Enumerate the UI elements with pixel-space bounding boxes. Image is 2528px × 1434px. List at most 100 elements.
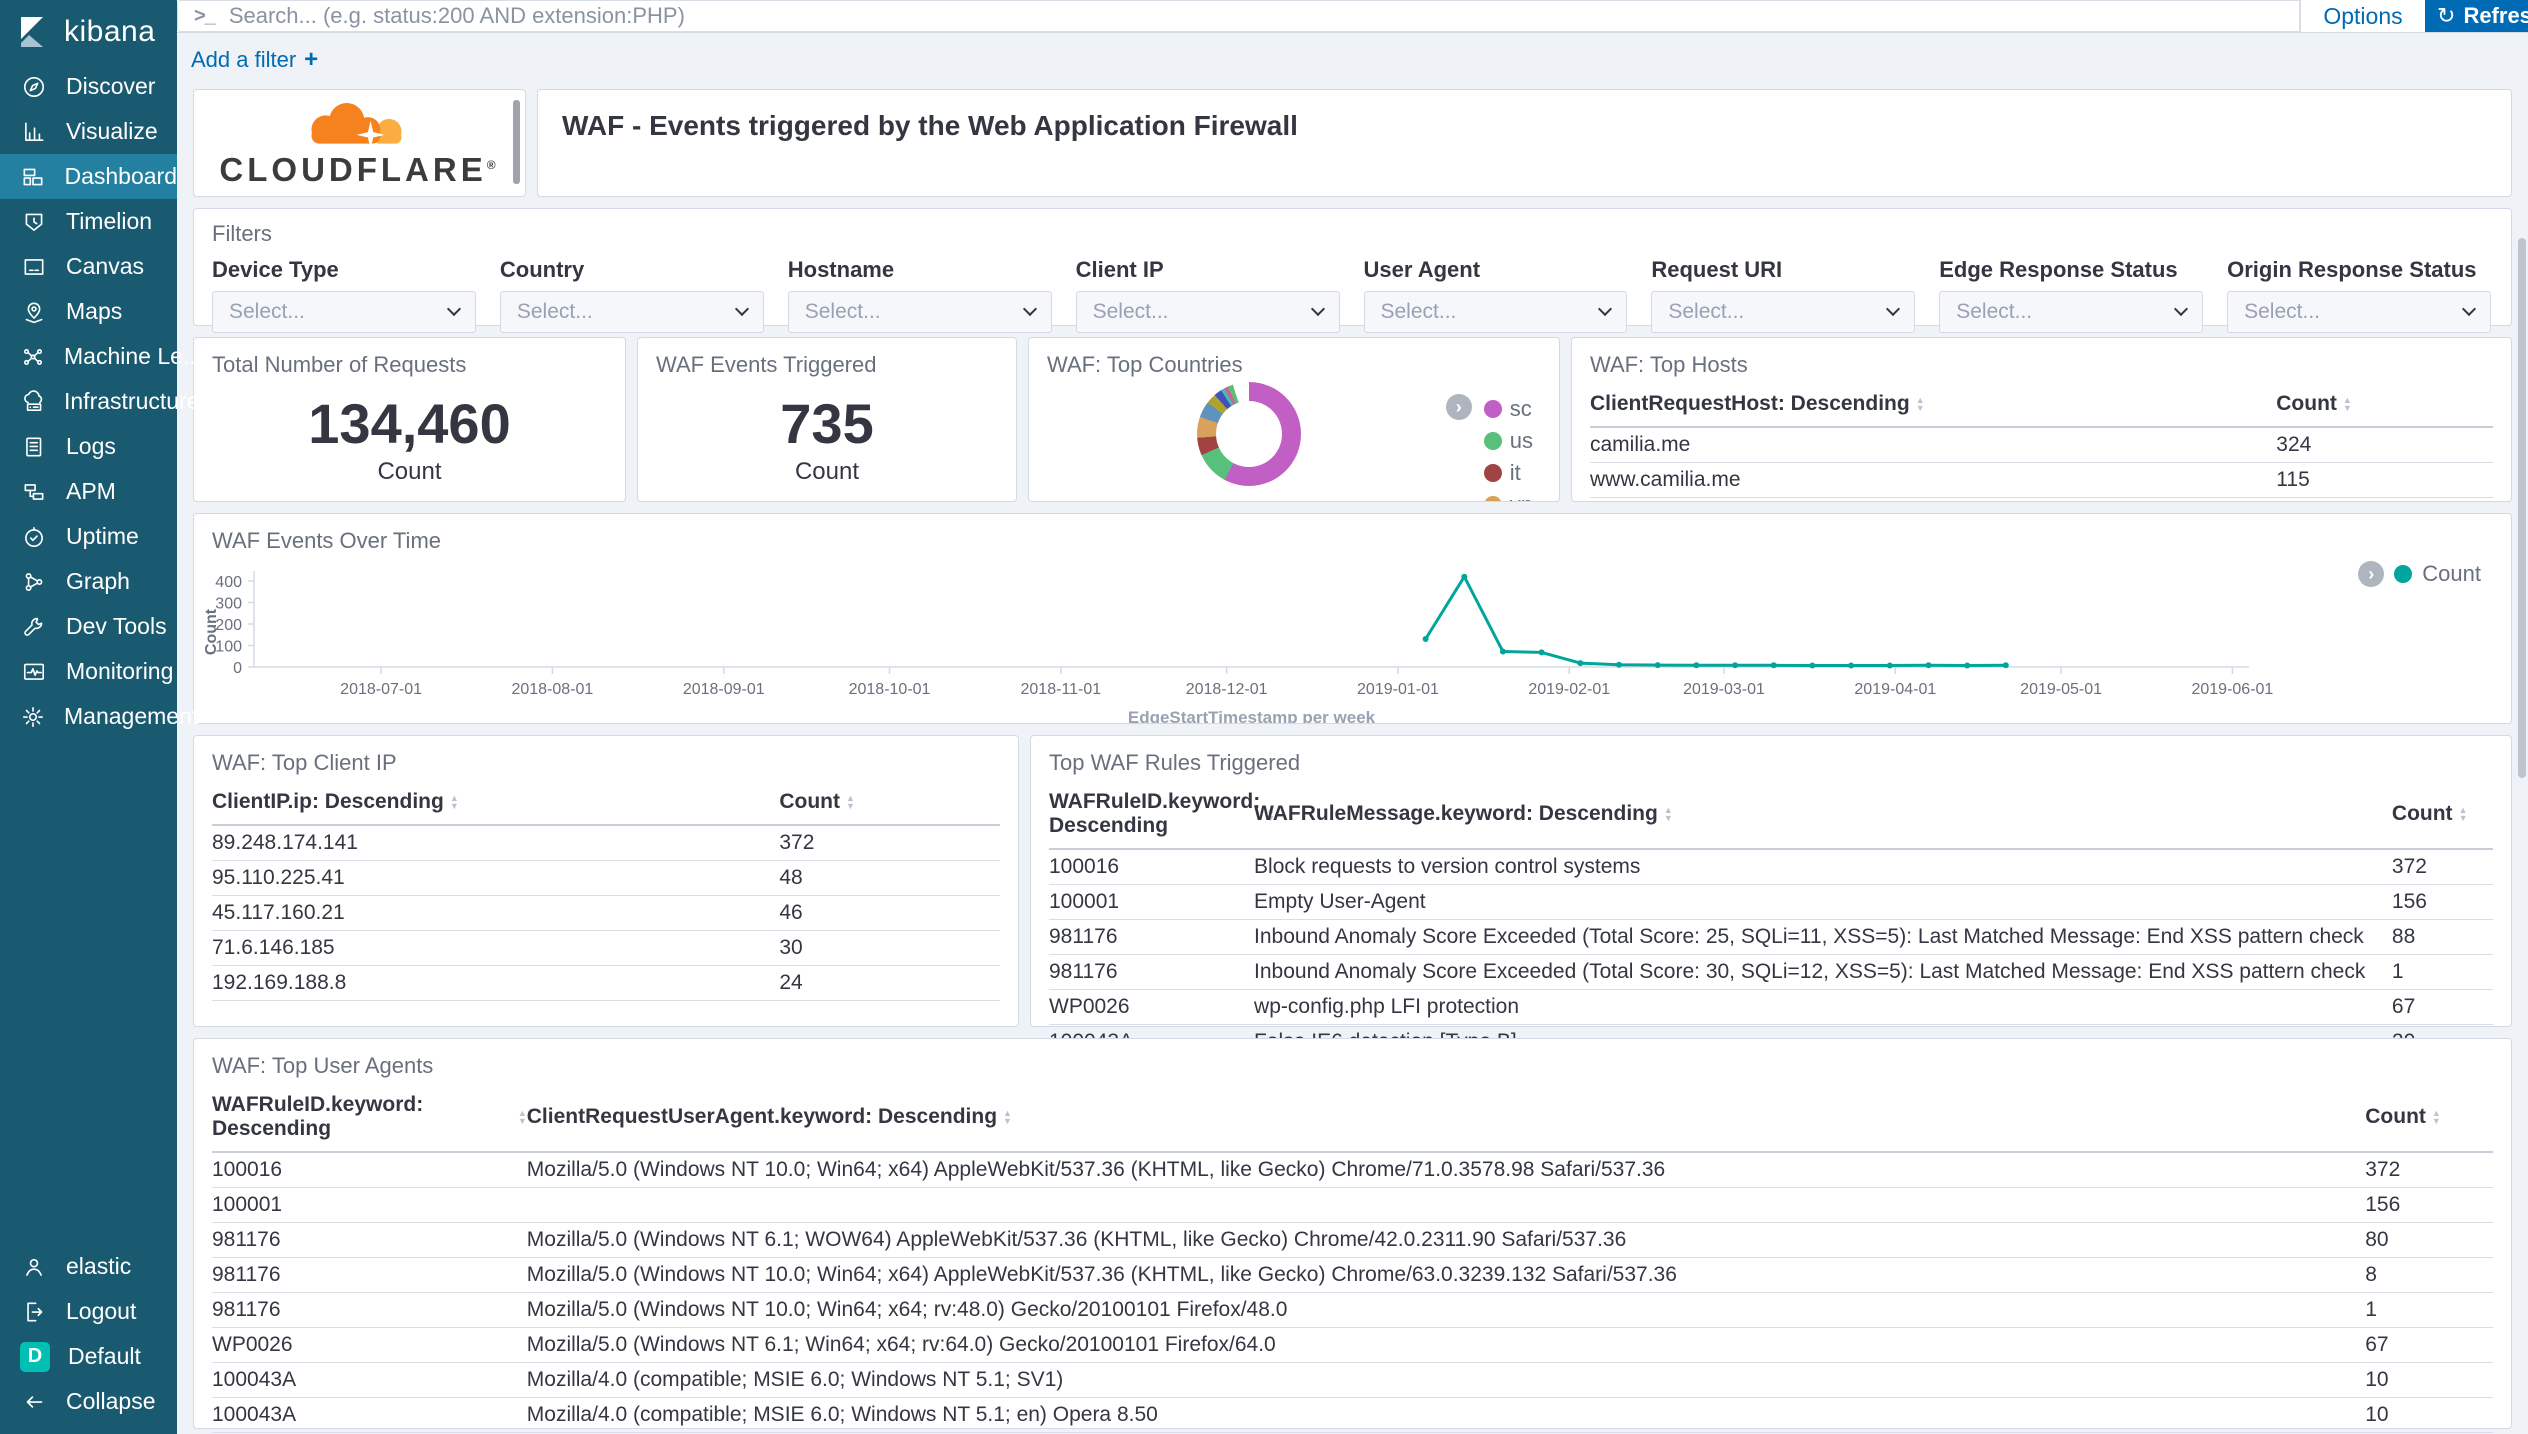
sidebar-item-label: Logs: [66, 433, 116, 460]
metric-value: 735: [638, 396, 1016, 452]
legend-label: vn: [1510, 492, 1533, 502]
management-icon: [20, 703, 46, 731]
panel-scrollbar[interactable]: [513, 100, 520, 184]
table-cell: 100016: [1049, 855, 1254, 879]
svg-text:2019-06-01: 2019-06-01: [2191, 681, 2273, 698]
page-scrollbar[interactable]: [2518, 238, 2526, 778]
sidebar-item-visualize[interactable]: Visualize: [0, 109, 177, 154]
sidebar-item-management[interactable]: Management: [0, 694, 177, 739]
sidebar-item-label: elastic: [66, 1253, 131, 1280]
count-series-label[interactable]: Count: [2422, 561, 2481, 587]
sidebar-item-default[interactable]: DDefault: [0, 1334, 177, 1379]
sidebar-item-machine-le[interactable]: Machine Le...: [0, 334, 177, 379]
add-filter-button[interactable]: Add a filter +: [191, 46, 318, 74]
legend-collapse-chevron-icon[interactable]: ›: [1446, 394, 1472, 420]
table-cell: camilia.me: [1590, 433, 2276, 457]
filter-select-country[interactable]: Select...: [500, 291, 764, 333]
sidebar-item-uptime[interactable]: Uptime: [0, 514, 177, 559]
events-over-time-line-chart[interactable]: 01002003004002018-07-012018-08-012018-09…: [194, 514, 2457, 724]
visualize-icon: [20, 118, 48, 146]
kibana-logo[interactable]: kibana: [0, 0, 177, 64]
monitoring-icon: [20, 658, 48, 686]
filter-select-device-type[interactable]: Select...: [212, 291, 476, 333]
options-button[interactable]: Options: [2300, 0, 2425, 32]
filter-select-request-uri[interactable]: Select...: [1651, 291, 1915, 333]
table-row: WP0026Mozilla/5.0 (Windows NT 6.1; Win64…: [212, 1328, 2493, 1363]
sidebar-item-apm[interactable]: APM: [0, 469, 177, 514]
table-cell: WP0026: [212, 1333, 527, 1357]
sidebar-item-dashboard[interactable]: Dashboard: [0, 154, 177, 199]
legend-collapse-chevron-icon[interactable]: ›: [2358, 561, 2384, 587]
filter-select-user-agent[interactable]: Select...: [1364, 291, 1628, 333]
sidebar-item-maps[interactable]: Maps: [0, 289, 177, 334]
refresh-icon: ↻: [2437, 3, 2455, 29]
sidebar-item-graph[interactable]: Graph: [0, 559, 177, 604]
filter-label: Country: [500, 257, 764, 283]
legend-label: sc: [1510, 396, 1532, 422]
top-countries-legend: › scusitvn: [1484, 396, 1533, 502]
column-header[interactable]: Count▲▼: [2392, 802, 2493, 826]
chevron-down-icon: [1023, 302, 1037, 316]
svg-text:2019-04-01: 2019-04-01: [1854, 681, 1936, 698]
sidebar-item-label: Management: [64, 703, 198, 730]
table-cell: 115: [2276, 468, 2493, 492]
table-cell: wp-config.php LFI protection: [1254, 995, 2392, 1019]
filter-select-edge-response-status[interactable]: Select...: [1939, 291, 2203, 333]
column-header[interactable]: ClientRequestHost: Descending▲▼: [1590, 392, 2276, 416]
legend-item-sc[interactable]: sc: [1484, 396, 1533, 422]
metric-label: Count: [194, 458, 625, 486]
sidebar-item-dev-tools[interactable]: Dev Tools: [0, 604, 177, 649]
sidebar-item-elastic[interactable]: elastic: [0, 1244, 177, 1289]
column-header[interactable]: WAFRuleID.keyword: Descending▲▼: [1049, 790, 1254, 838]
metric-title: Total Number of Requests: [194, 338, 625, 378]
column-header[interactable]: ClientIP.ip: Descending▲▼: [212, 790, 779, 814]
cloudflare-brand-panel: CLOUDFLARE®: [193, 89, 526, 197]
sidebar-item-logout[interactable]: Logout: [0, 1289, 177, 1334]
sidebar-item-logs[interactable]: Logs: [0, 424, 177, 469]
table-cell: WP0026: [1049, 995, 1254, 1019]
sidebar-item-label: Visualize: [66, 118, 158, 145]
sidebar-item-canvas[interactable]: Canvas: [0, 244, 177, 289]
table-row: 981176Mozilla/5.0 (Windows NT 10.0; Win6…: [212, 1293, 2493, 1328]
search-input[interactable]: [229, 1, 2299, 31]
sidebar-item-discover[interactable]: Discover: [0, 64, 177, 109]
metric-label: Count: [638, 458, 1016, 486]
sidebar-item-monitoring[interactable]: Monitoring: [0, 649, 177, 694]
refresh-button[interactable]: ↻ Refresh: [2425, 0, 2528, 32]
sidebar-item-infrastructure[interactable]: Infrastructure: [0, 379, 177, 424]
legend-item-it[interactable]: it: [1484, 460, 1533, 486]
metric-total-requests-panel: Total Number of Requests 134,460 Count: [193, 337, 626, 502]
column-header[interactable]: ClientRequestUserAgent.keyword: Descendi…: [527, 1105, 2365, 1129]
sidebar-item-timelion[interactable]: Timelion: [0, 199, 177, 244]
infrastructure-icon: [20, 388, 46, 416]
filter-select-origin-response-status[interactable]: Select...: [2227, 291, 2491, 333]
filter-select-client-ip[interactable]: Select...: [1076, 291, 1340, 333]
table-row: 89.248.174.141372: [212, 826, 1000, 861]
legend-item-vn[interactable]: vn: [1484, 492, 1533, 502]
table-cell: 156: [2392, 890, 2493, 914]
apm-icon: [20, 478, 48, 506]
column-header[interactable]: Count▲▼: [779, 790, 1000, 814]
dashboard-content: CLOUDFLARE® WAF - Events triggered by th…: [177, 86, 2528, 1434]
table-row: WP0026wp-config.php LFI protection67: [1049, 990, 2493, 1025]
column-header[interactable]: WAFRuleID.keyword: Descending▲▼: [212, 1093, 527, 1141]
filter-device-type: Device TypeSelect...: [212, 257, 476, 333]
search-bar[interactable]: >_: [177, 0, 2300, 32]
legend-item-us[interactable]: us: [1484, 428, 1533, 454]
table-cell: 48: [779, 866, 1000, 890]
sort-icon: ▲▼: [846, 794, 855, 810]
metric-waf-events-panel: WAF Events Triggered 735 Count: [637, 337, 1017, 502]
table-row: camilia.me324: [1590, 428, 2493, 463]
top-countries-donut-chart[interactable]: [1197, 382, 1301, 486]
sidebar-item-collapse[interactable]: Collapse: [0, 1379, 177, 1424]
metric-title: WAF Events Triggered: [638, 338, 1016, 378]
sidebar-bottom-nav: elastic LogoutDDefaultCollapse: [0, 1244, 177, 1424]
filters-panel-title: Filters: [212, 221, 2491, 247]
filter-label: Edge Response Status: [1939, 257, 2203, 283]
filter-select-hostname[interactable]: Select...: [788, 291, 1052, 333]
table-cell: 372: [779, 831, 1000, 855]
column-header[interactable]: Count▲▼: [2365, 1105, 2493, 1129]
column-header[interactable]: Count▲▼: [2276, 392, 2493, 416]
column-header[interactable]: WAFRuleMessage.keyword: Descending▲▼: [1254, 802, 2392, 826]
table-cell: Mozilla/5.0 (Windows NT 6.1; Win64; x64;…: [527, 1333, 2365, 1357]
